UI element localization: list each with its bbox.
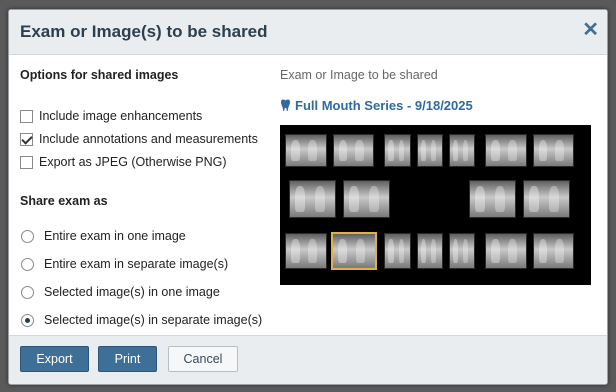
tooth-icon xyxy=(281,99,290,111)
close-icon[interactable]: ✕ xyxy=(582,20,599,40)
include-enhancements-option[interactable]: Include image enhancements xyxy=(20,107,202,125)
export-jpeg-option[interactable]: Export as JPEG (Otherwise PNG) xyxy=(20,153,227,171)
share-selected-separate-radio[interactable] xyxy=(21,313,34,327)
share-dialog: Exam or Image(s) to be shared ✕ Options … xyxy=(8,9,608,385)
share-entire-one-radio[interactable] xyxy=(21,229,34,243)
export-jpeg-checkbox[interactable] xyxy=(20,155,33,169)
share-selected-separate-option[interactable]: Selected image(s) in separate image(s) xyxy=(20,311,262,329)
xray-image[interactable] xyxy=(523,180,570,218)
xray-image[interactable] xyxy=(343,180,390,218)
xray-image[interactable] xyxy=(469,180,516,218)
include-enhancements-checkbox[interactable] xyxy=(20,109,33,123)
share-selected-one-option[interactable]: Selected image(s) in one image xyxy=(20,283,220,301)
preview-panel: Exam or Image to be shared Full Mouth Se… xyxy=(280,68,598,285)
share-entire-separate-label: Entire exam in separate image(s) xyxy=(44,257,229,271)
exam-name: Full Mouth Series - 9/18/2025 xyxy=(295,98,473,113)
xray-image[interactable] xyxy=(485,233,527,269)
share-selected-one-radio[interactable] xyxy=(21,285,34,299)
dialog-titlebar: Exam or Image(s) to be shared ✕ xyxy=(9,10,607,55)
xray-image[interactable] xyxy=(417,233,443,269)
share-heading: Share exam as xyxy=(20,194,108,208)
xray-image[interactable] xyxy=(533,134,574,167)
print-button[interactable]: Print xyxy=(98,346,157,372)
xray-image[interactable] xyxy=(449,134,475,167)
share-selected-one-label: Selected image(s) in one image xyxy=(44,285,220,299)
xray-image[interactable] xyxy=(533,233,574,269)
share-entire-one-label: Entire exam in one image xyxy=(44,229,186,243)
xray-image[interactable] xyxy=(333,134,374,167)
include-annotations-label: Include annotations and measurements xyxy=(39,132,258,146)
include-enhancements-label: Include image enhancements xyxy=(39,109,203,123)
export-jpeg-label: Export as JPEG (Otherwise PNG) xyxy=(39,155,227,169)
xray-image-selected[interactable] xyxy=(332,233,376,269)
include-annotations-option[interactable]: Include annotations and measurements xyxy=(20,130,258,148)
preview-subtitle: Exam or Image to be shared xyxy=(280,68,438,82)
cancel-button[interactable]: Cancel xyxy=(168,346,238,372)
dialog-title: Exam or Image(s) to be shared xyxy=(20,22,268,41)
xray-image[interactable] xyxy=(285,134,327,167)
dialog-footer: Export Print Cancel xyxy=(9,335,607,384)
xray-image[interactable] xyxy=(289,180,336,218)
xray-image[interactable] xyxy=(417,134,443,167)
share-selected-separate-label: Selected image(s) in separate image(s) xyxy=(44,313,263,327)
xray-image[interactable] xyxy=(449,233,475,269)
xray-image[interactable] xyxy=(485,134,527,167)
share-entire-separate-radio[interactable] xyxy=(21,257,34,271)
share-entire-one-option[interactable]: Entire exam in one image xyxy=(20,227,186,245)
xray-mount xyxy=(280,125,591,285)
export-button[interactable]: Export xyxy=(20,346,89,372)
options-heading: Options for shared images xyxy=(20,68,179,82)
xray-image[interactable] xyxy=(384,134,411,167)
share-entire-separate-option[interactable]: Entire exam in separate image(s) xyxy=(20,255,228,273)
xray-image[interactable] xyxy=(285,233,327,269)
exam-link[interactable]: Full Mouth Series - 9/18/2025 xyxy=(280,98,473,113)
include-annotations-checkbox[interactable] xyxy=(20,132,33,146)
xray-image[interactable] xyxy=(384,233,411,269)
